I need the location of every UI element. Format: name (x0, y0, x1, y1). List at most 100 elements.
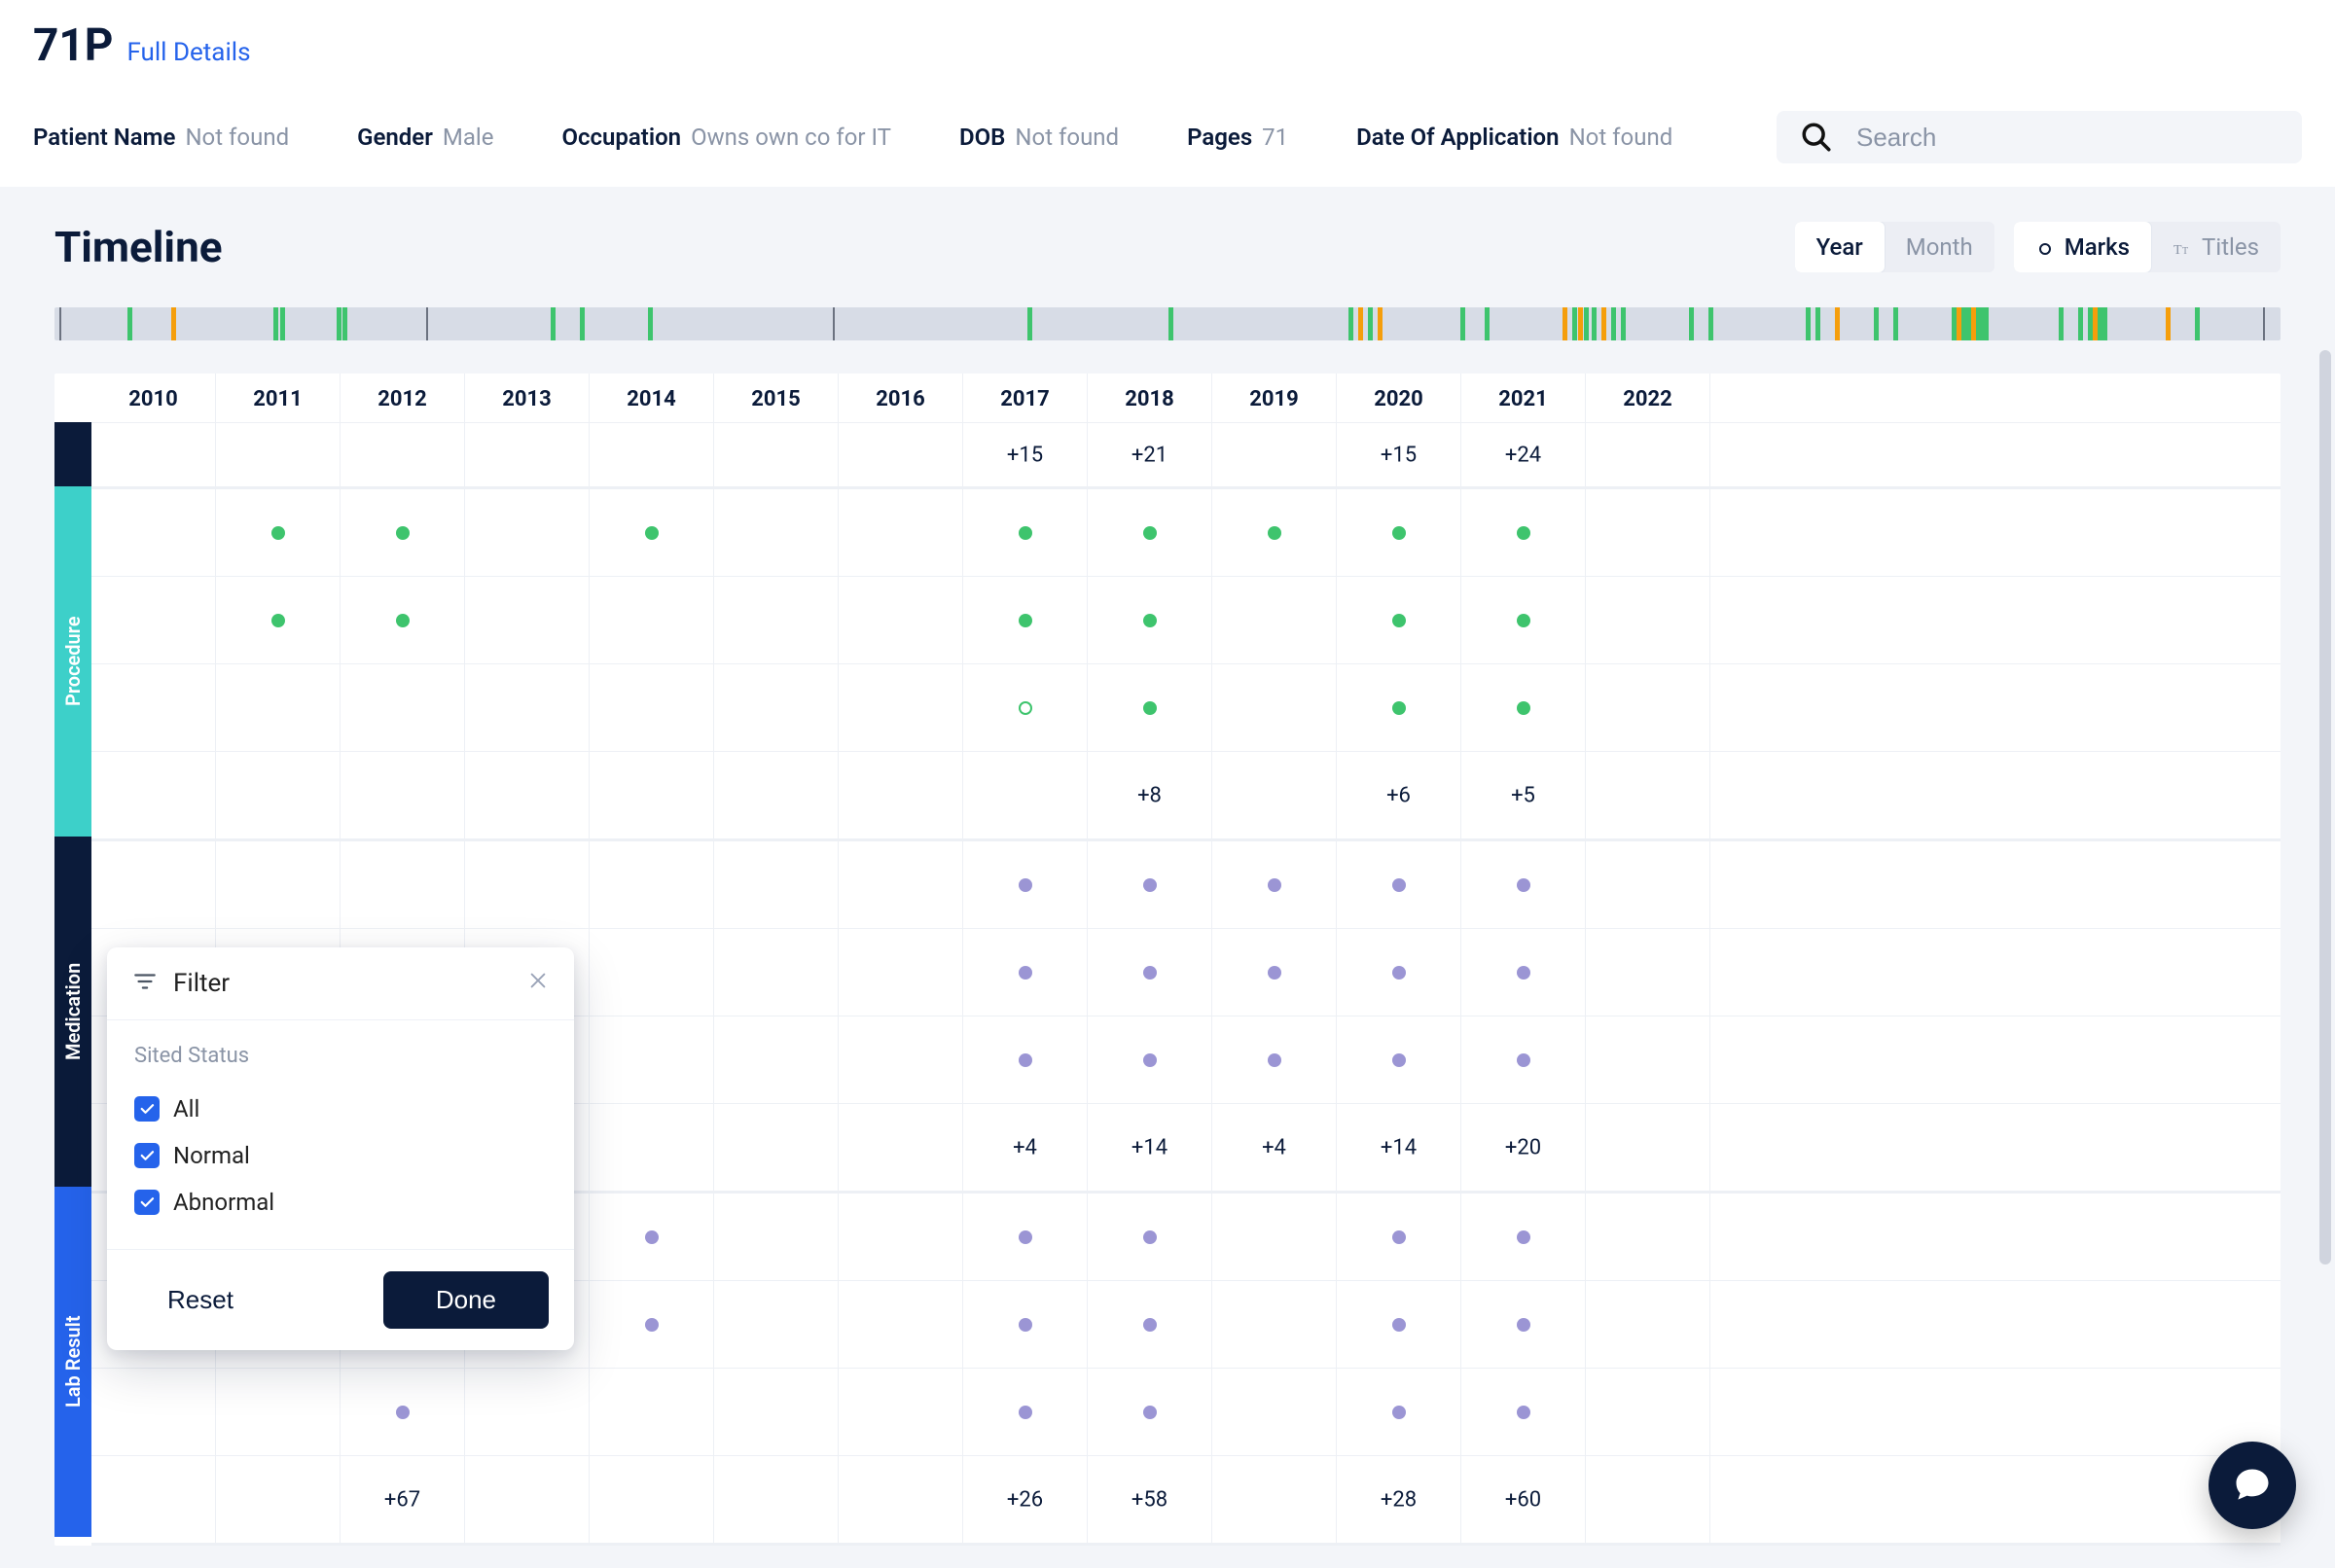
timeline-cell[interactable] (1586, 1456, 1710, 1543)
timeline-cell[interactable] (1088, 577, 1212, 663)
timeline-cell[interactable] (341, 841, 465, 928)
event-dot[interactable] (396, 526, 410, 540)
overflow-count[interactable]: +20 (1505, 1135, 1541, 1159)
event-dot[interactable] (1268, 966, 1281, 980)
filter-option[interactable]: All (134, 1086, 547, 1132)
timeline-cell[interactable] (1586, 1369, 1710, 1455)
timeline-cell[interactable] (839, 1281, 963, 1368)
timeline-cell[interactable] (1212, 752, 1337, 838)
event-dot[interactable] (1019, 701, 1032, 715)
event-dot[interactable] (1143, 1230, 1157, 1244)
timeline-cell[interactable] (714, 577, 839, 663)
event-dot[interactable] (1517, 878, 1530, 892)
timeline-cell[interactable] (1212, 423, 1337, 486)
timeline-cell[interactable] (714, 1104, 839, 1191)
timeline-cell[interactable] (590, 577, 714, 663)
event-dot[interactable] (1019, 526, 1032, 540)
timeline-cell[interactable] (590, 1281, 714, 1368)
timeline-cell[interactable] (341, 577, 465, 663)
event-dot[interactable] (1143, 878, 1157, 892)
timeline-cell[interactable] (1461, 1016, 1586, 1103)
overflow-count[interactable]: +28 (1381, 1487, 1417, 1512)
timeline-cell[interactable] (1337, 1016, 1461, 1103)
timeline-cell[interactable] (1461, 1281, 1586, 1368)
event-dot[interactable] (1517, 966, 1530, 980)
timeline-cell[interactable] (1212, 1456, 1337, 1543)
event-dot[interactable] (1268, 878, 1281, 892)
timeline-cell[interactable] (1461, 1194, 1586, 1280)
timeline-cell[interactable] (91, 423, 216, 486)
timeline-cell[interactable] (1337, 841, 1461, 928)
event-dot[interactable] (1517, 614, 1530, 627)
timeline-cell[interactable] (963, 841, 1088, 928)
event-dot[interactable] (1019, 966, 1032, 980)
timeline-cell[interactable] (1461, 664, 1586, 751)
event-dot[interactable] (1517, 701, 1530, 715)
timeline-cell[interactable] (714, 841, 839, 928)
overflow-count[interactable]: +67 (384, 1487, 420, 1512)
timeline-cell[interactable] (963, 752, 1088, 838)
timeline-cell[interactable] (714, 664, 839, 751)
event-dot[interactable] (1517, 1230, 1530, 1244)
timeline-cell[interactable] (1212, 1369, 1337, 1455)
timeline-cell[interactable]: +67 (341, 1456, 465, 1543)
timeline-cell[interactable] (1212, 1016, 1337, 1103)
timeline-cell[interactable] (839, 1456, 963, 1543)
timeline-cell[interactable]: +14 (1337, 1104, 1461, 1191)
event-dot[interactable] (1392, 701, 1406, 715)
overflow-count[interactable]: +5 (1511, 783, 1535, 807)
timeline-cell[interactable] (1088, 1016, 1212, 1103)
timeline-cell[interactable] (1088, 1194, 1212, 1280)
scale-month-button[interactable]: Month (1885, 222, 1994, 272)
checkbox[interactable] (134, 1190, 160, 1215)
timeline-cell[interactable] (341, 489, 465, 576)
timeline-cell[interactable] (465, 423, 590, 486)
filter-option[interactable]: Normal (134, 1132, 547, 1179)
timeline-cell[interactable]: +20 (1461, 1104, 1586, 1191)
overflow-count[interactable]: +4 (1013, 1135, 1037, 1159)
timeline-cell[interactable] (590, 423, 714, 486)
timeline-cell[interactable] (1212, 841, 1337, 928)
timeline-cell[interactable] (839, 423, 963, 486)
timeline-cell[interactable] (465, 577, 590, 663)
event-dot[interactable] (1019, 1230, 1032, 1244)
timeline-cell[interactable] (465, 1369, 590, 1455)
event-dot[interactable] (1143, 1318, 1157, 1332)
timeline-cell[interactable] (963, 929, 1088, 1016)
timeline-cell[interactable] (1337, 1281, 1461, 1368)
event-dot[interactable] (271, 526, 285, 540)
timeline-cell[interactable] (1212, 489, 1337, 576)
timeline-cell[interactable]: +4 (963, 1104, 1088, 1191)
timeline-cell[interactable] (590, 1016, 714, 1103)
mode-titles-button[interactable]: TT Titles (2151, 222, 2281, 272)
timeline-cell[interactable] (839, 841, 963, 928)
timeline-cell[interactable] (714, 423, 839, 486)
timeline-cell[interactable] (590, 1369, 714, 1455)
timeline-cell[interactable] (1088, 664, 1212, 751)
event-dot[interactable] (1143, 1406, 1157, 1419)
timeline-cell[interactable] (1337, 1194, 1461, 1280)
timeline-cell[interactable] (341, 1369, 465, 1455)
event-dot[interactable] (1392, 1230, 1406, 1244)
category-procedure-label[interactable]: Procedure (54, 486, 91, 837)
timeline-cell[interactable] (1586, 577, 1710, 663)
timeline-cell[interactable] (91, 489, 216, 576)
event-dot[interactable] (1392, 878, 1406, 892)
filter-option[interactable]: Abnormal (134, 1179, 547, 1226)
event-dot[interactable] (1143, 701, 1157, 715)
timeline-cell[interactable] (1586, 752, 1710, 838)
timeline-cell[interactable] (91, 664, 216, 751)
event-dot[interactable] (1019, 878, 1032, 892)
event-dot[interactable] (1392, 966, 1406, 980)
overflow-count[interactable]: +58 (1132, 1487, 1168, 1512)
timeline-cell[interactable]: +5 (1461, 752, 1586, 838)
timeline-cell[interactable] (714, 1456, 839, 1543)
event-dot[interactable] (1143, 526, 1157, 540)
timeline-cell[interactable] (1586, 929, 1710, 1016)
timeline-cell[interactable]: +58 (1088, 1456, 1212, 1543)
timeline-cell[interactable] (590, 752, 714, 838)
timeline-cell[interactable] (1586, 489, 1710, 576)
overflow-count[interactable]: +24 (1505, 443, 1541, 467)
timeline-cell[interactable] (714, 1016, 839, 1103)
timeline-cell[interactable] (465, 841, 590, 928)
